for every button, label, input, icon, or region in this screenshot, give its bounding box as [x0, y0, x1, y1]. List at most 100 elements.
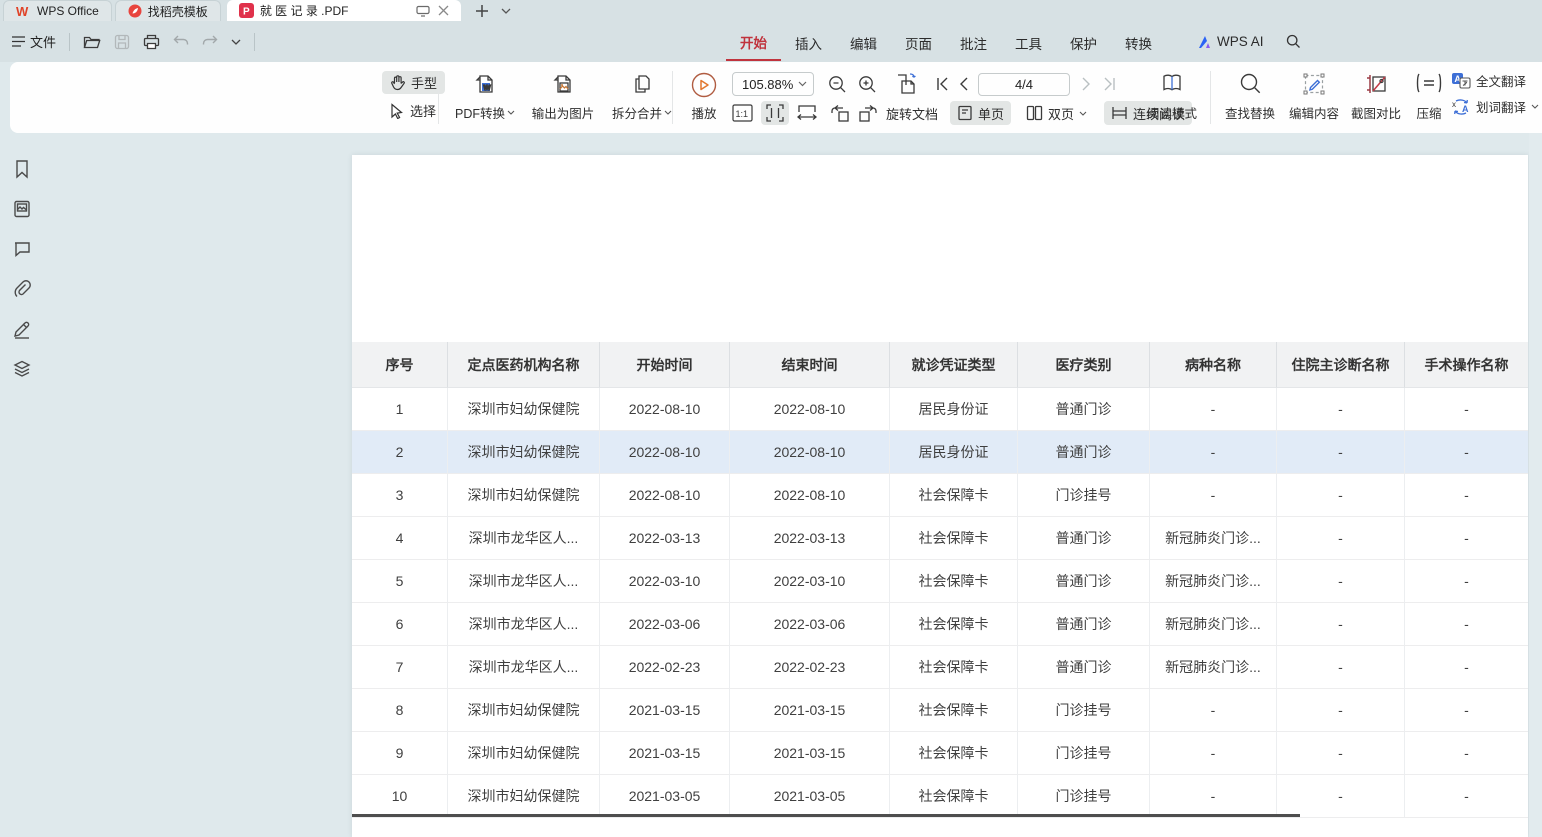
- tab-document-active[interactable]: P 就 医 记 录 .PDF: [227, 0, 461, 21]
- menu-search-button[interactable]: [1276, 34, 1311, 49]
- search-icon: [1286, 34, 1301, 49]
- double-page-button[interactable]: 双页: [1019, 101, 1094, 125]
- select-tool-button[interactable]: 选择: [382, 99, 445, 122]
- compress-button[interactable]: 压缩: [1407, 70, 1451, 126]
- table-cell: 社会保障卡: [890, 560, 1018, 603]
- table-cell: -: [1405, 689, 1528, 732]
- export-image-label: 输出为图片: [532, 103, 595, 122]
- table-cell: 2022-03-10: [600, 560, 730, 603]
- rotate-right-icon[interactable]: [858, 104, 878, 122]
- attachment-icon[interactable]: [12, 279, 32, 299]
- pdf-file-icon: P: [239, 3, 254, 18]
- table-cell: -: [1277, 689, 1405, 732]
- present-monitor-icon[interactable]: [416, 5, 430, 17]
- table-cell: 序号: [352, 342, 448, 388]
- table-row: 1深圳市妇幼保健院2022-08-102022-08-10居民身份证普通门诊--…: [352, 388, 1528, 431]
- redo-icon[interactable]: [202, 35, 218, 49]
- screenshot-compare-button[interactable]: 截图对比: [1345, 70, 1407, 126]
- table-cell: 2022-03-06: [600, 603, 730, 646]
- table-cell: 2022-02-23: [730, 646, 890, 689]
- tab-list-chevron-icon[interactable]: [501, 8, 511, 14]
- actual-size-icon[interactable]: 1:1: [732, 104, 753, 122]
- menu-item-6[interactable]: 保护: [1056, 24, 1111, 60]
- swap-pages-icon[interactable]: [894, 72, 920, 96]
- menu-item-1[interactable]: 插入: [781, 24, 836, 60]
- svg-text:1:1: 1:1: [736, 109, 749, 119]
- layers-icon[interactable]: [12, 359, 32, 379]
- table-cell: 社会保障卡: [890, 646, 1018, 689]
- word-translate-button[interactable]: xA 划词翻译: [1451, 97, 1539, 116]
- tab-docer[interactable]: 找稻壳模板: [115, 0, 221, 21]
- full-translate-button[interactable]: A 全文翻译: [1451, 71, 1539, 90]
- table-cell: -: [1405, 474, 1528, 517]
- file-menu-button[interactable]: 文件: [12, 32, 56, 51]
- undo-icon[interactable]: [173, 35, 189, 49]
- table-cell: -: [1405, 517, 1528, 560]
- vertical-scrollbar[interactable]: [1529, 133, 1542, 837]
- find-replace-button[interactable]: 查找替换: [1217, 70, 1283, 126]
- file-menu-label: 文件: [30, 32, 56, 51]
- table-cell: -: [1277, 775, 1405, 818]
- menu-item-4[interactable]: 批注: [946, 24, 1001, 60]
- play-button[interactable]: 播放: [680, 70, 728, 126]
- rotate-doc-label[interactable]: 旋转文档: [886, 104, 938, 123]
- edit-content-icon: [1302, 72, 1326, 96]
- window-tab-bar: W WPS Office 找稻壳模板 P 就 医 记 录 .PDF: [0, 0, 1542, 21]
- single-page-button[interactable]: 单页: [950, 101, 1011, 125]
- table-cell: 10: [352, 775, 448, 818]
- sign-pen-icon[interactable]: [12, 319, 32, 339]
- hand-icon: [390, 75, 405, 91]
- pdf-page[interactable]: 序号定点医药机构名称开始时间结束时间就诊凭证类型医疗类别病种名称住院主诊断名称手…: [352, 155, 1528, 837]
- close-tab-icon[interactable]: [438, 5, 449, 16]
- table-cell: -: [1150, 431, 1277, 474]
- split-merge-button[interactable]: 拆分合并: [601, 70, 683, 126]
- pdf-convert-button[interactable]: W PDF转换: [445, 70, 525, 126]
- zoom-in-icon[interactable]: [858, 75, 877, 94]
- table-cell: 手术操作名称: [1405, 342, 1528, 388]
- open-folder-icon[interactable]: [83, 34, 101, 50]
- zoom-level-combobox[interactable]: 105.88%: [732, 72, 814, 96]
- export-image-button[interactable]: 输出为图片: [525, 70, 601, 126]
- screenshot-compare-icon: [1364, 72, 1388, 96]
- document-title: 就 医 记 录 .PDF: [260, 2, 349, 19]
- more-quick-chevron-icon[interactable]: [231, 39, 241, 45]
- read-mode-button[interactable]: 阅读模式: [1140, 70, 1204, 126]
- menu-item-3[interactable]: 页面: [891, 24, 946, 60]
- rotate-left-icon[interactable]: [830, 104, 850, 122]
- thumbnail-icon[interactable]: [12, 199, 32, 219]
- hand-tool-button[interactable]: 手型: [382, 71, 445, 94]
- comment-icon[interactable]: [12, 239, 32, 259]
- table-cell: 社会保障卡: [890, 603, 1018, 646]
- fit-page-button[interactable]: [761, 101, 789, 125]
- zoom-out-icon[interactable]: [828, 75, 847, 94]
- tab-wps-office[interactable]: W WPS Office: [3, 0, 112, 21]
- hamburger-icon: [12, 36, 25, 47]
- print-icon[interactable]: [143, 34, 160, 50]
- table-cell: 7: [352, 646, 448, 689]
- table-row: 5深圳市龙华区人...2022-03-102022-03-10社会保障卡普通门诊…: [352, 560, 1528, 603]
- menu-item-5[interactable]: 工具: [1001, 24, 1056, 60]
- first-page-icon[interactable]: [936, 77, 949, 91]
- table-cell: 5: [352, 560, 448, 603]
- table-cell: 门诊挂号: [1018, 732, 1150, 775]
- new-tab-icon[interactable]: [475, 4, 489, 18]
- menu-row: 文件 开始插入编辑页面批注工具保护转换 WPS AI: [0, 21, 1542, 62]
- prev-page-icon[interactable]: [959, 77, 968, 91]
- menu-items: 开始插入编辑页面批注工具保护转换: [726, 21, 1166, 62]
- svg-text:P: P: [243, 7, 250, 18]
- menu-item-2[interactable]: 编辑: [836, 24, 891, 60]
- menu-item-7[interactable]: 转换: [1111, 24, 1166, 60]
- table-cell: 普通门诊: [1018, 431, 1150, 474]
- bookmark-icon[interactable]: [12, 159, 32, 179]
- next-page-icon[interactable]: [1082, 77, 1091, 91]
- fit-width-icon[interactable]: [797, 104, 817, 122]
- last-page-icon[interactable]: [1103, 77, 1116, 91]
- tab-label: WPS Office: [37, 4, 99, 18]
- menu-item-0[interactable]: 开始: [726, 23, 781, 61]
- table-cell: -: [1405, 560, 1528, 603]
- wps-ai-button[interactable]: WPS AI: [1185, 34, 1276, 49]
- edit-content-button[interactable]: 编辑内容: [1283, 70, 1345, 126]
- page-number-input[interactable]: 4/4: [978, 73, 1070, 96]
- table-row: 9深圳市妇幼保健院2021-03-152021-03-15社会保障卡门诊挂号--…: [352, 732, 1528, 775]
- save-icon[interactable]: [114, 34, 130, 50]
